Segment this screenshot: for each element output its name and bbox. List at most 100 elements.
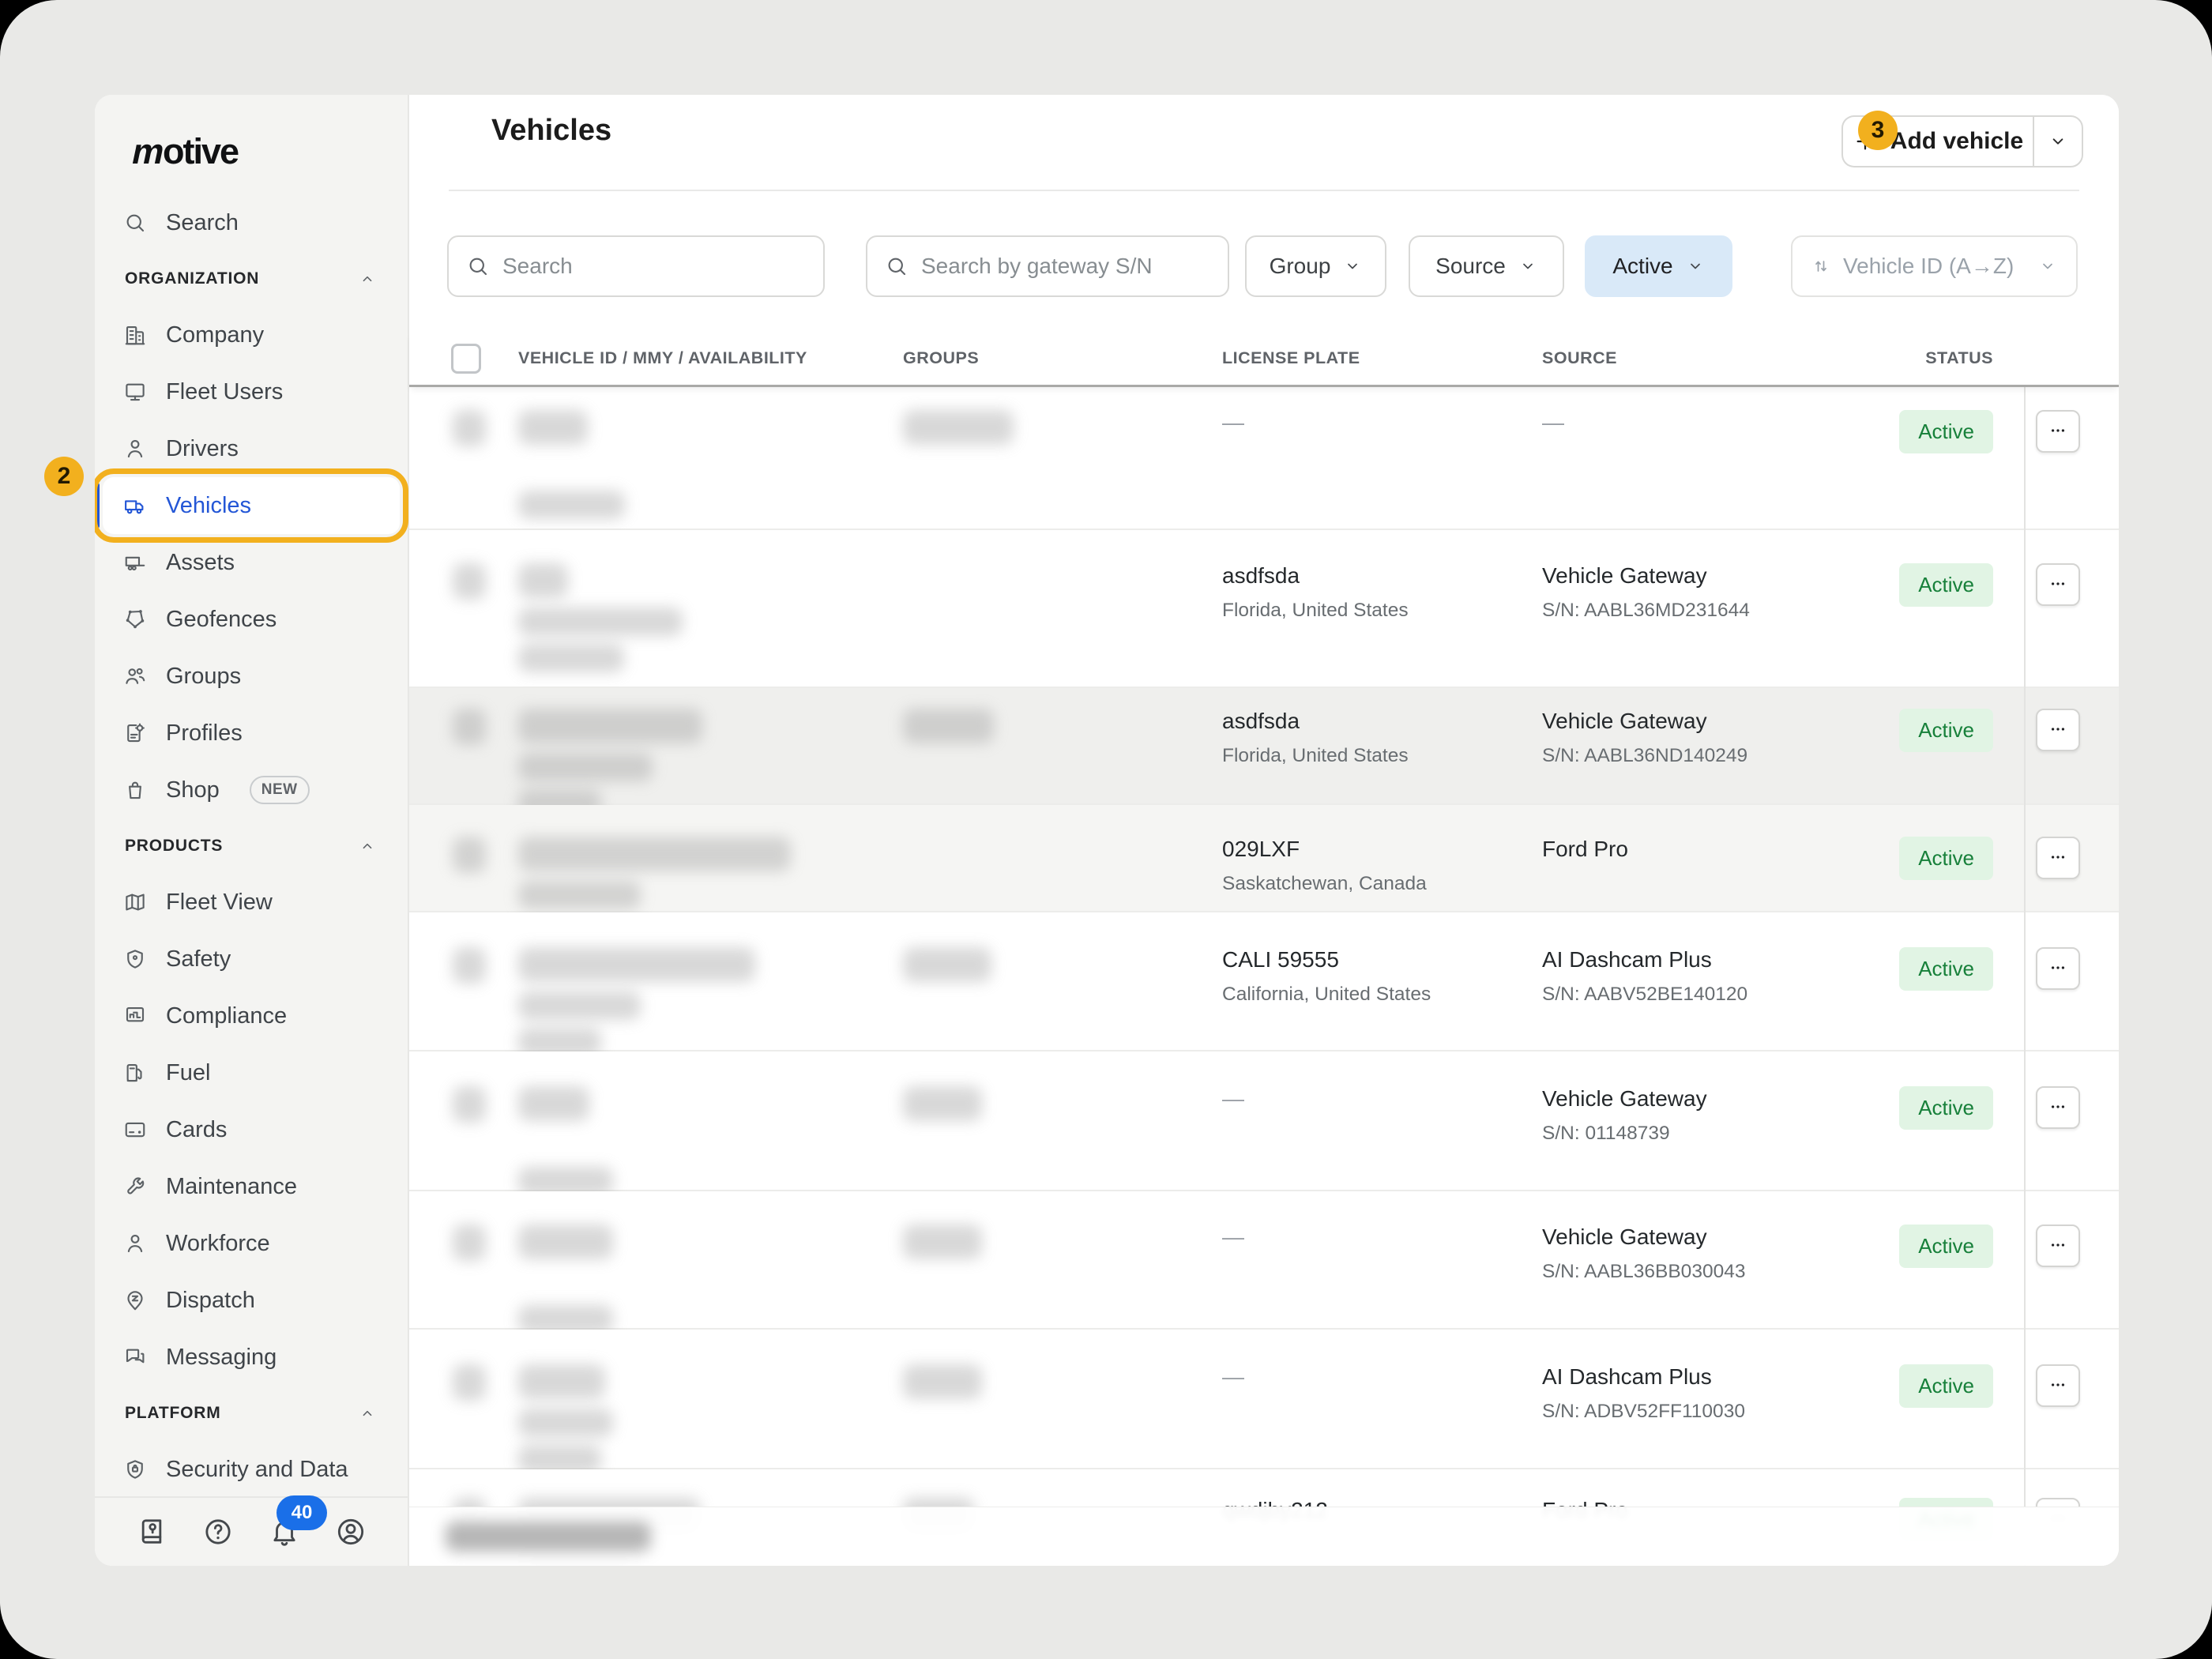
table-header: VEHICLE ID / MMY / AVAILABILITY GROUPS L… bbox=[409, 332, 2119, 387]
redacted-text bbox=[518, 410, 588, 445]
column-header-status[interactable]: STATUS bbox=[1902, 332, 2024, 385]
help-icon[interactable] bbox=[202, 1516, 234, 1548]
sidebar-item-fleet-view[interactable]: Fleet View bbox=[103, 874, 400, 931]
redacted-checkbox[interactable] bbox=[453, 837, 486, 873]
shopping-bag-icon bbox=[123, 778, 147, 802]
geofence-icon bbox=[123, 608, 147, 631]
license-plate-value: — bbox=[1222, 1224, 1542, 1250]
bell-icon[interactable]: 40 bbox=[269, 1516, 300, 1548]
screenshot-root: motive Search ORGANIZATION Company Fleet… bbox=[0, 0, 2212, 1659]
row-actions-button[interactable] bbox=[2036, 410, 2080, 453]
redacted-checkbox[interactable] bbox=[453, 1364, 486, 1401]
row-actions-button[interactable] bbox=[2036, 709, 2080, 751]
sidebar: motive Search ORGANIZATION Company Fleet… bbox=[95, 95, 409, 1566]
column-header-source[interactable]: SOURCE bbox=[1542, 332, 1902, 385]
table-row[interactable]: asdfsda Florida, United States Vehicle G… bbox=[409, 530, 2119, 688]
table-row[interactable]: — — Active bbox=[409, 389, 2119, 530]
add-vehicle-dropdown-button[interactable] bbox=[2033, 115, 2083, 167]
sidebar-item-messaging[interactable]: Messaging bbox=[103, 1329, 400, 1386]
redacted-text bbox=[518, 881, 641, 909]
table-row[interactable]: — AI Dashcam Plus S/N: ADBV52FF110030 Ac… bbox=[409, 1330, 2119, 1469]
sidebar-item-groups[interactable]: Groups bbox=[103, 648, 400, 705]
license-plate-value: asdfsda bbox=[1222, 709, 1542, 734]
sidebar-item-security-and-data[interactable]: Security and Data bbox=[103, 1441, 400, 1498]
group-filter-dropdown[interactable]: Group bbox=[1245, 235, 1386, 297]
column-header-license-plate[interactable]: LICENSE PLATE bbox=[1222, 332, 1542, 385]
table-row[interactable]: CALI 59555 California, United States AI … bbox=[409, 912, 2119, 1051]
sort-dropdown[interactable]: Vehicle ID (A→Z) bbox=[1791, 235, 2078, 297]
account-icon[interactable] bbox=[335, 1516, 367, 1548]
row-actions-button[interactable] bbox=[2036, 947, 2080, 990]
cell-source: — bbox=[1542, 389, 1902, 529]
column-header-groups[interactable]: GROUPS bbox=[903, 332, 1222, 385]
sidebar-item-profiles[interactable]: Profiles bbox=[103, 705, 400, 762]
status-badge: Active bbox=[1899, 837, 1993, 880]
sidebar-item-fleet-users[interactable]: Fleet Users bbox=[103, 363, 400, 420]
chevron-up-icon[interactable] bbox=[359, 270, 376, 288]
cell-actions bbox=[2024, 389, 2119, 529]
sidebar-item-search[interactable]: Search bbox=[103, 194, 400, 251]
source-name: Ford Pro bbox=[1542, 837, 1902, 862]
table-row[interactable]: — Vehicle Gateway S/N: AABL36BB030043 Ac… bbox=[409, 1191, 2119, 1330]
cell-license-plate: — bbox=[1222, 389, 1542, 529]
redacted-checkbox[interactable] bbox=[453, 410, 486, 446]
sidebar-item-vehicles[interactable]: Vehicles bbox=[103, 477, 400, 534]
sidebar-item-dispatch[interactable]: Dispatch bbox=[103, 1272, 400, 1329]
sidebar-item-shop[interactable]: Shop NEW bbox=[103, 762, 400, 818]
chevron-up-icon[interactable] bbox=[359, 1405, 376, 1422]
table-row[interactable]: 029LXF Saskatchewan, Canada Ford Pro Act… bbox=[409, 805, 2119, 912]
row-actions-button[interactable] bbox=[2036, 1364, 2080, 1407]
redacted-checkbox[interactable] bbox=[453, 709, 486, 745]
add-vehicle-label: Add vehicle bbox=[1890, 128, 2023, 155]
status-filter-dropdown[interactable]: Active bbox=[1585, 235, 1732, 297]
cell-actions bbox=[2024, 1330, 2119, 1468]
sidebar-item-cards[interactable]: Cards bbox=[103, 1101, 400, 1158]
redacted-checkbox[interactable] bbox=[453, 947, 486, 984]
status-badge: Active bbox=[1899, 1086, 1993, 1130]
source-name: Vehicle Gateway bbox=[1542, 563, 1902, 589]
fuel-pump-icon bbox=[123, 1061, 147, 1085]
annotation-step-3-badge: 3 bbox=[1858, 111, 1898, 150]
more-options-icon bbox=[2047, 957, 2069, 981]
chevron-up-icon[interactable] bbox=[359, 837, 376, 855]
cell-status: Active bbox=[1902, 1191, 2024, 1328]
license-plate-value: asdfsda bbox=[1222, 563, 1542, 589]
sidebar-item-fuel[interactable]: Fuel bbox=[103, 1044, 400, 1101]
column-header-vehicle-id[interactable]: VEHICLE ID / MMY / AVAILABILITY bbox=[518, 332, 903, 385]
sidebar-item-compliance[interactable]: Compliance bbox=[103, 988, 400, 1044]
cell-groups bbox=[903, 912, 1222, 1050]
redacted-checkbox[interactable] bbox=[453, 563, 486, 600]
source-name: Vehicle Gateway bbox=[1542, 1086, 1902, 1112]
cell-groups bbox=[903, 1330, 1222, 1468]
gateway-search-input[interactable] bbox=[921, 237, 1228, 295]
license-plate-value: — bbox=[1222, 410, 1542, 435]
row-actions-button[interactable] bbox=[2036, 1086, 2080, 1129]
cell-actions bbox=[2024, 805, 2119, 911]
cell-checkbox bbox=[451, 389, 518, 529]
cell-checkbox bbox=[451, 912, 518, 1050]
search-input[interactable] bbox=[502, 237, 823, 295]
sidebar-item-drivers[interactable]: Drivers bbox=[103, 420, 400, 477]
sidebar-item-company[interactable]: Company bbox=[103, 307, 400, 363]
row-actions-button[interactable] bbox=[2036, 837, 2080, 879]
redacted-checkbox[interactable] bbox=[453, 1224, 486, 1261]
table-row[interactable]: asdfsda Florida, United States Vehicle G… bbox=[409, 688, 2119, 805]
redacted-text bbox=[903, 410, 1014, 445]
table-row[interactable]: — Vehicle Gateway S/N: 01148739 Active bbox=[409, 1051, 2119, 1191]
row-actions-button[interactable] bbox=[2036, 563, 2080, 606]
sidebar-item-maintenance[interactable]: Maintenance bbox=[103, 1158, 400, 1215]
select-all-checkbox[interactable] bbox=[451, 344, 481, 374]
cell-source: Vehicle Gateway S/N: AABL36BB030043 bbox=[1542, 1191, 1902, 1328]
source-filter-dropdown[interactable]: Source bbox=[1409, 235, 1564, 297]
sidebar-item-geofences[interactable]: Geofences bbox=[103, 591, 400, 648]
redacted-text bbox=[518, 991, 641, 1020]
row-actions-button[interactable] bbox=[2036, 1224, 2080, 1267]
chat-icon bbox=[123, 1345, 147, 1369]
section-title: PRODUCTS bbox=[125, 837, 223, 856]
sidebar-item-workforce[interactable]: Workforce bbox=[103, 1215, 400, 1272]
redacted-checkbox[interactable] bbox=[453, 1086, 486, 1123]
sidebar-item-label: Search bbox=[166, 210, 239, 236]
sidebar-item-safety[interactable]: Safety bbox=[103, 931, 400, 988]
sidebar-item-assets[interactable]: Assets bbox=[103, 534, 400, 591]
guide-icon[interactable] bbox=[136, 1516, 167, 1548]
